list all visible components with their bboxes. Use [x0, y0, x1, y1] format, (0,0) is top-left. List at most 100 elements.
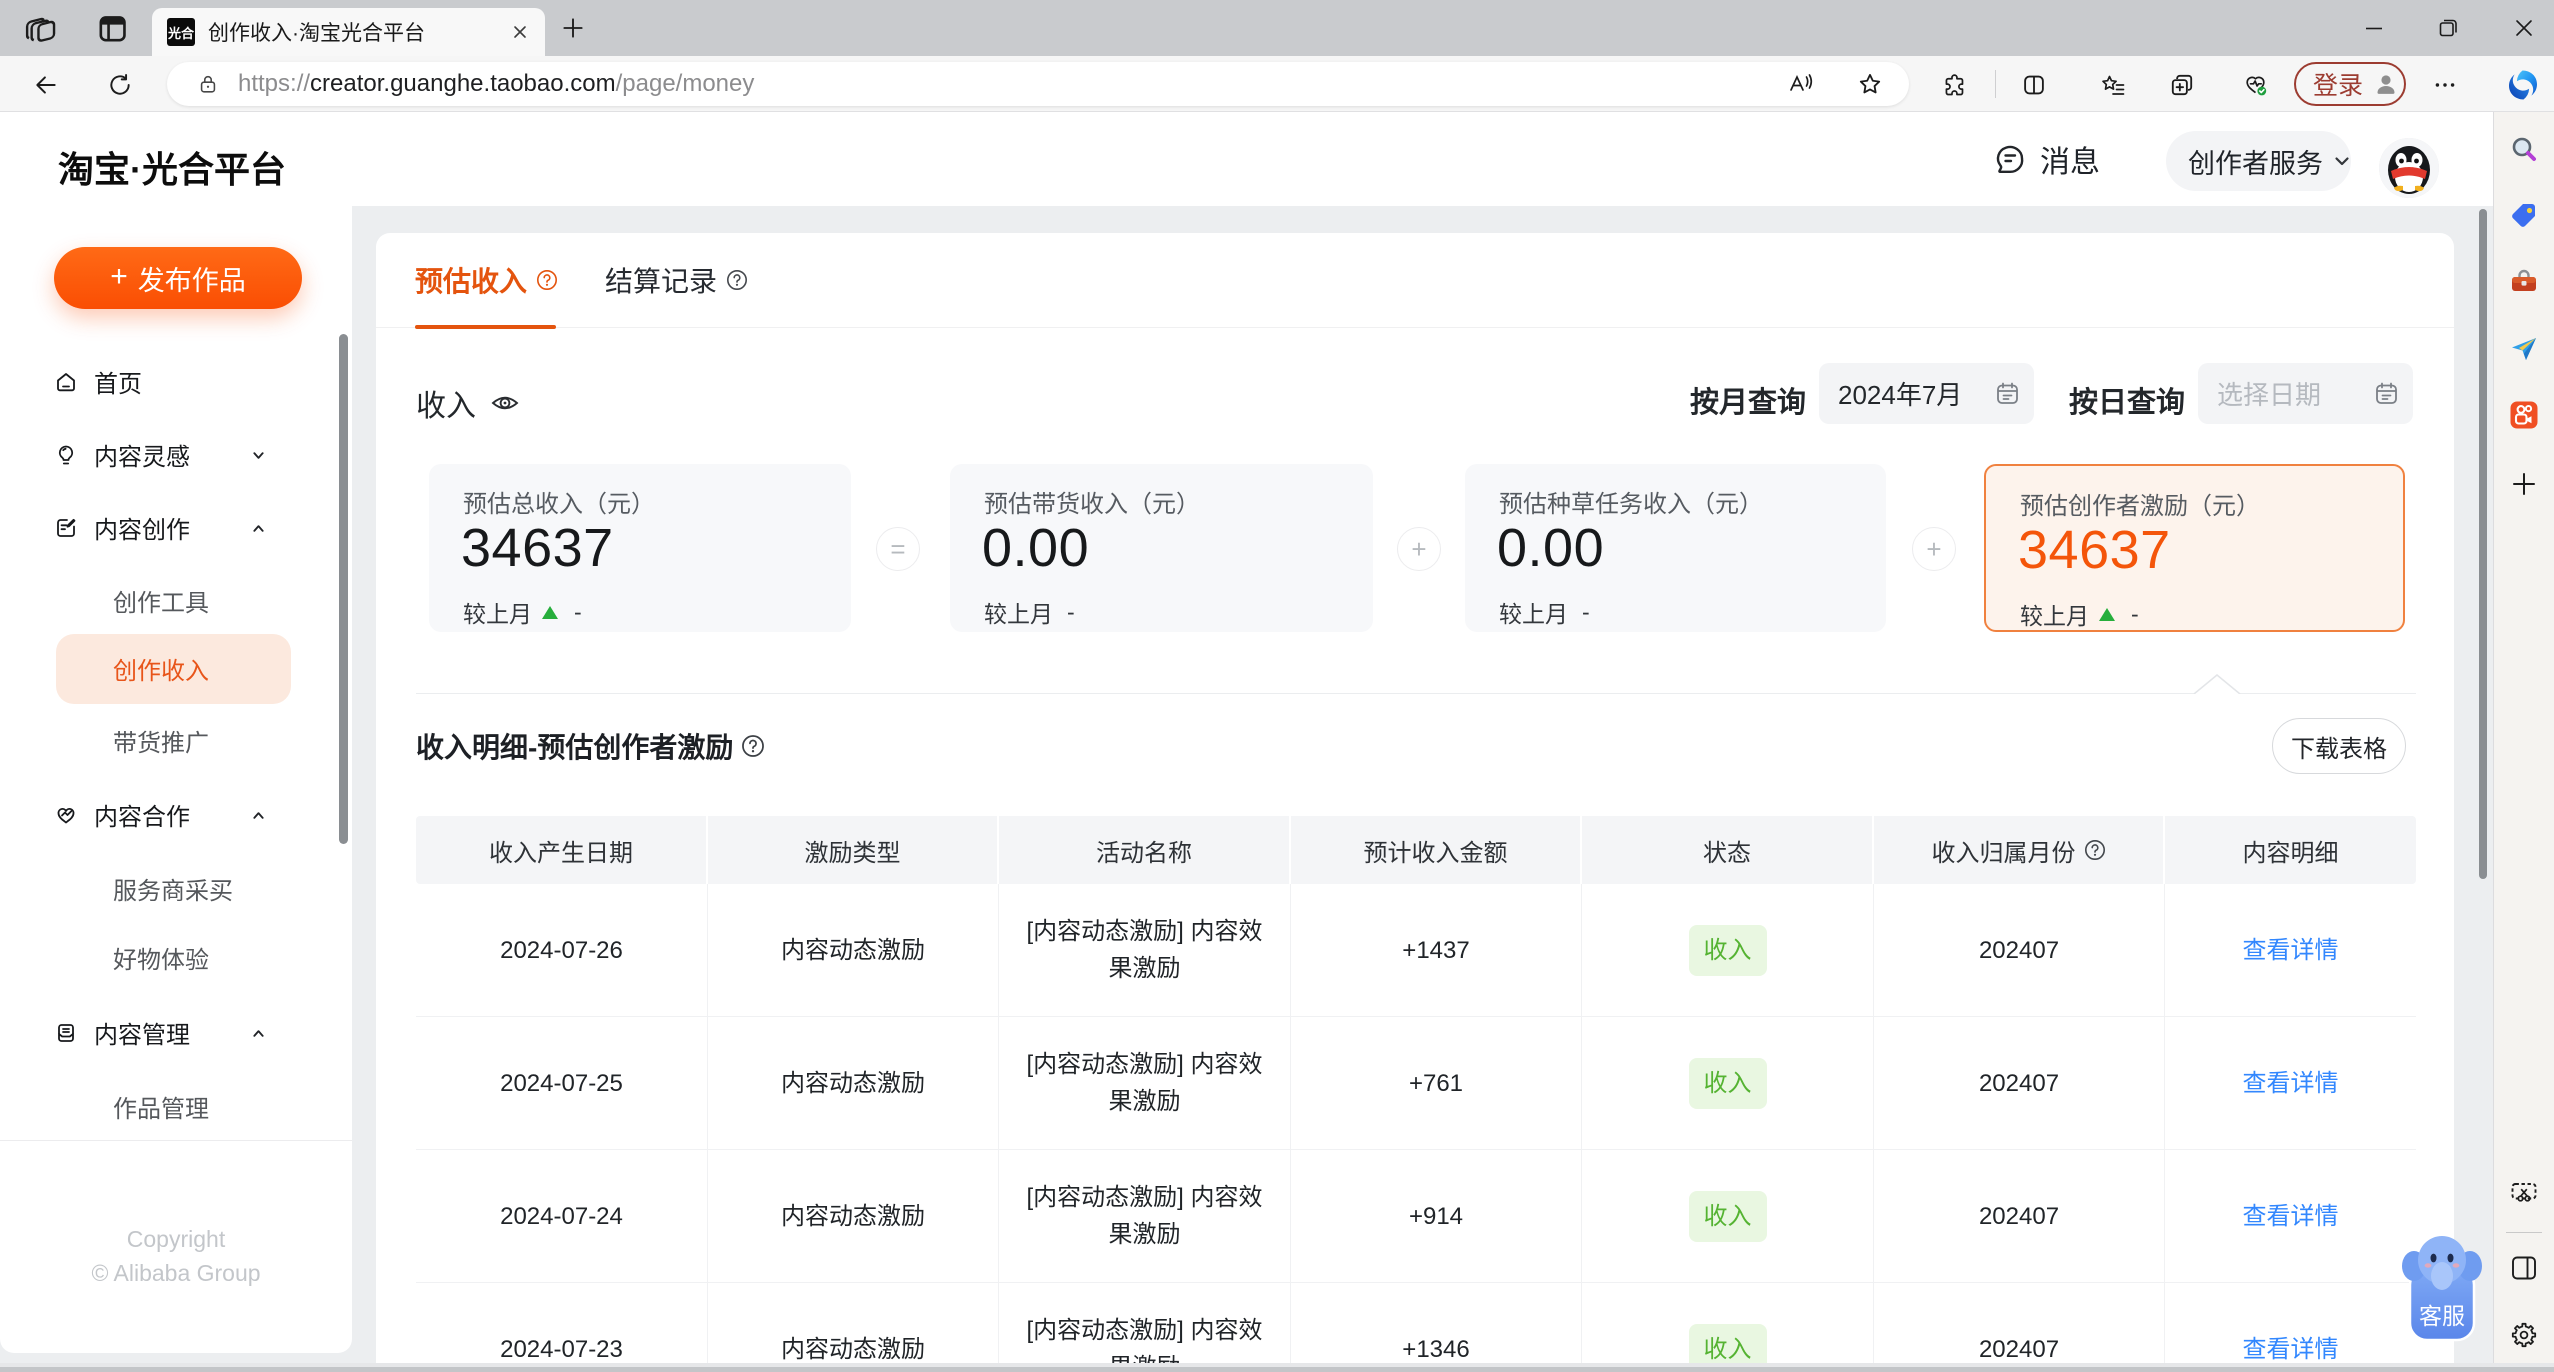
- copyright-line2: © Alibaba Group: [91, 1260, 261, 1286]
- help-icon[interactable]: [536, 269, 558, 291]
- messages-button[interactable]: 消息: [1994, 137, 2100, 181]
- window-restore-icon[interactable]: [2436, 16, 2460, 40]
- sidebar-item-inspiration[interactable]: 内容灵感: [0, 419, 352, 491]
- more-menu-icon[interactable]: [2432, 72, 2458, 98]
- sidebar-item-service-buy[interactable]: 服务商采买: [0, 853, 352, 925]
- tab-estimated-income[interactable]: 预估收入: [415, 233, 558, 327]
- collections-icon[interactable]: [2169, 72, 2195, 98]
- sidebar-item-works[interactable]: 作品管理: [0, 1071, 352, 1143]
- home-icon: [55, 371, 77, 393]
- sidebar-item-creation-tool[interactable]: 创作工具: [0, 565, 352, 637]
- income-table: 收入产生日期 激励类型 活动名称 预计收入金额 状态 收入归属月份 内容明细 2…: [416, 816, 2416, 1372]
- tab-label: 预估收入: [415, 266, 528, 297]
- sidebar-divider: [0, 1140, 352, 1141]
- chevron-up-icon: [252, 522, 265, 535]
- split-screen-icon[interactable]: [2021, 72, 2047, 98]
- rail-panel-icon[interactable]: [2509, 1253, 2539, 1283]
- rail-shopping-icon[interactable]: [2509, 201, 2539, 231]
- activity-line1: [内容动态激励] 内容效: [1026, 918, 1263, 945]
- workspaces-icon[interactable]: [25, 11, 59, 45]
- publish-button[interactable]: + 发布作品: [54, 247, 302, 309]
- view-detail-link[interactable]: 查看详情: [2243, 1331, 2339, 1368]
- rail-add-icon[interactable]: [2509, 469, 2539, 499]
- day-picker[interactable]: 选择日期: [2198, 363, 2413, 424]
- tab-label: 结算记录: [605, 266, 718, 297]
- sidebar-item-label: 服务商采买: [113, 877, 233, 905]
- table-cell: 收入: [1582, 884, 1874, 1017]
- browser-essentials-icon[interactable]: [2243, 72, 2269, 98]
- table-cell: [内容动态激励] 内容效果激励: [999, 1283, 1291, 1372]
- read-aloud-icon[interactable]: [1787, 71, 1813, 97]
- sidebar-item-home[interactable]: 首页: [0, 346, 352, 418]
- month-value: 2024年7月: [1838, 380, 1963, 410]
- copilot-icon[interactable]: [2506, 68, 2540, 102]
- rail-toolbox-icon[interactable]: [2509, 268, 2539, 298]
- refresh-icon[interactable]: [107, 72, 133, 98]
- favorite-star-icon[interactable]: [1857, 71, 1883, 97]
- help-icon[interactable]: [2084, 839, 2106, 861]
- login-button[interactable]: 登录: [2294, 62, 2406, 106]
- compare-value: -: [2131, 600, 2139, 627]
- table-cell: 内容动态激励: [708, 1150, 999, 1283]
- plus-operator: +: [1912, 527, 1956, 571]
- rail-settings-icon[interactable]: [2509, 1320, 2539, 1350]
- compare-label: 较上月: [2020, 603, 2089, 629]
- table-row: 2024-07-25 内容动态激励 [内容动态激励] 内容效 果激励 +761 收…: [416, 1017, 2416, 1150]
- back-icon[interactable]: [33, 72, 59, 98]
- tab-close-icon[interactable]: [510, 22, 530, 42]
- help-icon[interactable]: [741, 734, 765, 758]
- sidebar-item-management[interactable]: 内容管理: [0, 997, 352, 1069]
- view-detail-link[interactable]: 查看详情: [2243, 1198, 2339, 1235]
- favorites-icon[interactable]: [2100, 72, 2126, 98]
- sidebar-item-goods-exp[interactable]: 好物体验: [0, 922, 352, 994]
- sidebar-item-creation-income[interactable]: 创作收入: [0, 633, 352, 705]
- stat-value: 0.00: [982, 518, 1090, 578]
- table-header-cell: 内容明细: [2242, 839, 2339, 867]
- sidebar-item-label: 内容创作: [94, 516, 190, 544]
- help-icon[interactable]: [726, 269, 748, 291]
- tab-actions-icon[interactable]: [95, 11, 130, 46]
- extensions-icon[interactable]: [1942, 72, 1968, 98]
- tab-settlement-record[interactable]: 结算记录: [605, 233, 748, 327]
- sidebar-item-cooperation[interactable]: 内容合作: [0, 779, 352, 851]
- avatar[interactable]: [2379, 138, 2439, 198]
- archive-icon: [55, 1022, 77, 1044]
- sidebar-item-label: 作品管理: [113, 1095, 209, 1123]
- table-header-cell: 预计收入金额: [1291, 816, 1582, 884]
- active-tab-underline: [415, 325, 556, 329]
- chevron-down-icon: [2333, 152, 2351, 170]
- window-close-icon[interactable]: [2512, 16, 2536, 40]
- address-bar[interactable]: https://creator.guanghe.taobao.com/page/…: [167, 62, 1909, 106]
- url-text: https://creator.guanghe.taobao.com/page/…: [238, 70, 754, 98]
- creator-service-dropdown[interactable]: 创作者服务: [2166, 131, 2351, 191]
- rail-send-icon[interactable]: [2509, 334, 2539, 364]
- table-cell: 收入: [1582, 1150, 1874, 1283]
- chevron-up-icon: [252, 809, 265, 822]
- screenshot-root: 光合 创作收入·淘宝光合平台 https://creator.guanghe.t…: [0, 0, 2554, 1372]
- eye-icon[interactable]: [490, 388, 520, 418]
- rail-screenshot-icon[interactable]: [2509, 1177, 2539, 1207]
- rail-search-icon[interactable]: [2509, 135, 2539, 165]
- new-tab-icon[interactable]: [560, 15, 586, 41]
- web-page: 淘宝·光合平台 消息 创作者服务 + 发布作品 首页 内容灵感 内容创作 创作工…: [0, 112, 2493, 1372]
- window-bottom-edge: [0, 1367, 2554, 1372]
- table-cell: [内容动态激励] 内容效果激励: [999, 884, 1291, 1017]
- site-logo[interactable]: 淘宝·光合平台: [58, 141, 286, 193]
- rail-kuaishou-icon[interactable]: [2509, 400, 2539, 430]
- browser-tab-active[interactable]: 光合 创作收入·淘宝光合平台: [152, 8, 545, 56]
- stat-creator-incentive[interactable]: 预估创作者激励（元） 34637 较上月 -: [1984, 464, 2405, 632]
- table-cell: 内容动态激励: [708, 1017, 999, 1150]
- download-table-button[interactable]: 下载表格: [2272, 718, 2406, 774]
- sidebar-item-promotion[interactable]: 带货推广: [0, 705, 352, 777]
- view-detail-link[interactable]: 查看详情: [2243, 1065, 2339, 1102]
- view-detail-link[interactable]: 查看详情: [2243, 932, 2339, 969]
- lock-icon[interactable]: [197, 73, 219, 95]
- sidebar-item-label: 创作收入: [113, 657, 209, 685]
- customer-service-widget[interactable]: 客服: [2400, 1228, 2484, 1344]
- sidebar-item-creation[interactable]: 内容创作: [0, 492, 352, 564]
- window-minimize-icon[interactable]: [2362, 16, 2386, 40]
- page-scrollbar[interactable]: [2479, 209, 2487, 879]
- month-picker[interactable]: 2024年7月: [1819, 363, 2034, 424]
- chevron-down-icon: [252, 449, 265, 462]
- sidebar-scrollbar[interactable]: [339, 334, 348, 844]
